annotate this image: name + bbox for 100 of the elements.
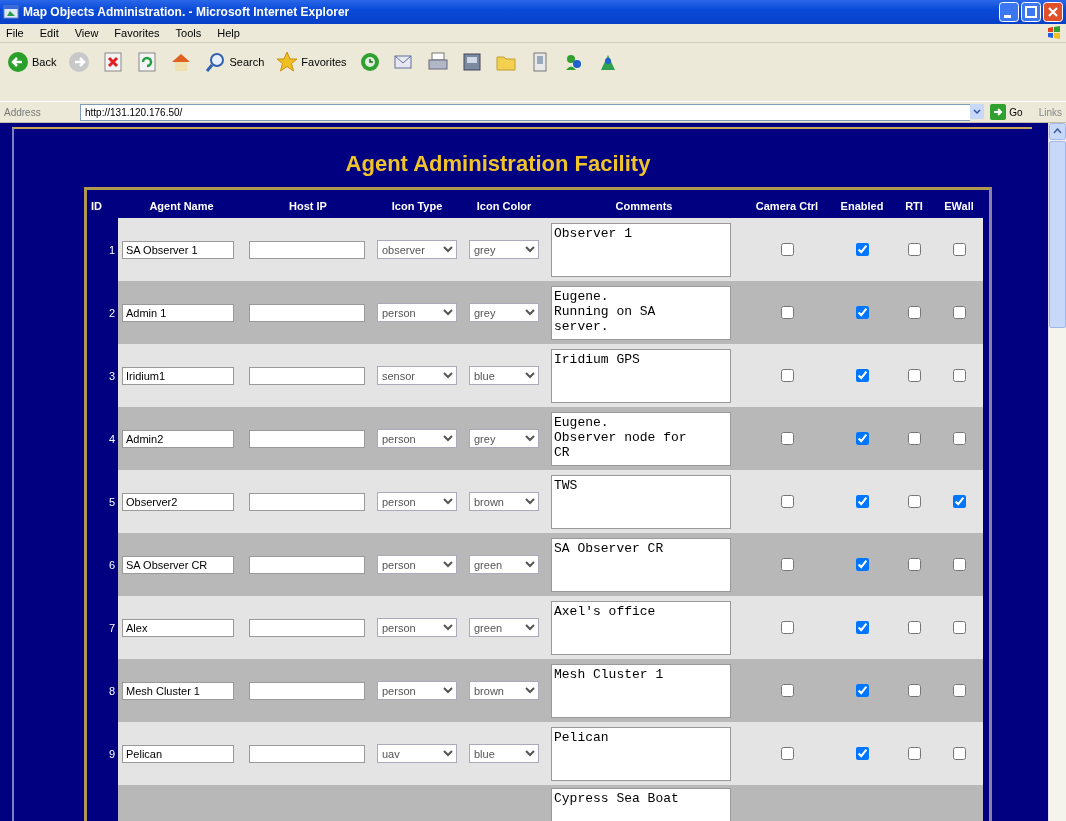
icon-type-dropdown[interactable]: sensor (377, 366, 457, 385)
search-button[interactable]: Search (201, 49, 268, 75)
icon-color-dropdown[interactable]: brown (469, 492, 539, 511)
dropdown-icon[interactable] (970, 103, 985, 121)
checkbox[interactable] (780, 306, 794, 319)
icon-color-dropdown[interactable]: grey (469, 303, 539, 322)
checkbox[interactable] (907, 684, 921, 697)
host-ip-field[interactable] (249, 744, 365, 763)
checkbox[interactable] (780, 495, 794, 508)
checkbox[interactable] (952, 621, 966, 634)
agent-name-field[interactable]: Admin2 (122, 429, 234, 448)
host-ip-field[interactable] (249, 240, 365, 259)
checkbox[interactable] (780, 747, 794, 760)
comment-field[interactable]: Eugene. Observer node for CR (551, 411, 731, 466)
menu-item[interactable]: Favorites (112, 27, 162, 39)
checkbox[interactable] (780, 243, 794, 256)
checkbox[interactable] (907, 558, 921, 571)
checkbox[interactable] (855, 306, 869, 319)
checkbox[interactable] (952, 369, 966, 382)
checkbox[interactable] (952, 558, 966, 571)
checkbox[interactable] (907, 432, 921, 445)
agent-name-field[interactable]: SA Observer 1 (122, 240, 234, 259)
comment-field[interactable]: Observer 1 (551, 222, 731, 277)
icon-type-dropdown[interactable]: person (377, 681, 457, 700)
checkbox[interactable] (855, 243, 869, 256)
comment-field[interactable]: Cypress Sea Boat (551, 788, 731, 821)
host-ip-field[interactable] (249, 429, 365, 448)
checkbox[interactable] (855, 684, 869, 697)
icon-color-dropdown[interactable]: green (469, 555, 539, 574)
agent-name-field[interactable]: Pelican (122, 744, 234, 763)
minimize-icon[interactable] (999, 2, 1019, 22)
checkbox[interactable] (907, 495, 921, 508)
host-ip-field[interactable] (249, 303, 365, 322)
back-button[interactable]: Back (4, 49, 60, 75)
checkbox[interactable] (780, 369, 794, 382)
icon-color-dropdown[interactable]: grey (469, 240, 539, 259)
checkbox[interactable] (952, 684, 966, 697)
checkbox[interactable] (780, 684, 794, 697)
agent-name-field[interactable]: Admin 1 (122, 303, 234, 322)
address-field[interactable]: http://131.120.176.50/ (80, 103, 971, 121)
comment-field[interactable]: Iridium GPS (551, 348, 731, 403)
icon-type-dropdown[interactable]: uav (377, 744, 457, 763)
checkbox[interactable] (780, 621, 794, 634)
checkbox[interactable] (907, 369, 921, 382)
menu-item[interactable]: Edit (37, 27, 61, 39)
icon-color-dropdown[interactable]: brown (469, 681, 539, 700)
scroll-up-icon[interactable] (1049, 123, 1066, 140)
icon-type-dropdown[interactable]: person (377, 303, 457, 322)
checkbox[interactable] (952, 432, 966, 445)
host-ip-field[interactable] (249, 492, 365, 511)
close-icon[interactable] (1043, 2, 1063, 22)
maximize-icon[interactable] (1021, 2, 1041, 22)
scroll-thumb[interactable] (1049, 141, 1066, 328)
go-button[interactable]: Go (990, 104, 1023, 120)
checkbox[interactable] (952, 306, 966, 319)
checkbox[interactable] (855, 369, 869, 382)
icon-type-dropdown[interactable]: person (377, 618, 457, 637)
agent-name-field[interactable]: Iridium1 (122, 366, 234, 385)
checkbox[interactable] (952, 495, 966, 508)
icon-color-dropdown[interactable]: green (469, 618, 539, 637)
menu-item[interactable]: File (4, 27, 26, 39)
scrollbar[interactable] (1048, 123, 1066, 821)
checkbox[interactable] (952, 747, 966, 760)
agent-name-field[interactable]: Observer2 (122, 492, 234, 511)
checkbox[interactable] (907, 243, 921, 256)
checkbox[interactable] (780, 558, 794, 571)
checkbox[interactable] (855, 558, 869, 571)
icon-color-dropdown[interactable]: blue (469, 366, 539, 385)
comment-field[interactable]: TWS (551, 474, 731, 529)
host-ip-field[interactable] (249, 366, 365, 385)
comment-field[interactable]: Eugene. Running on SA server. (551, 285, 731, 340)
icon-type-dropdown[interactable]: person (377, 429, 457, 448)
checkbox[interactable] (907, 747, 921, 760)
checkbox[interactable] (855, 747, 869, 760)
comment-field[interactable]: SA Observer CR (551, 537, 731, 592)
host-ip-field[interactable] (249, 555, 365, 574)
icon-type-dropdown[interactable]: person (377, 555, 457, 574)
host-ip-field[interactable] (249, 681, 365, 700)
checkbox[interactable] (907, 306, 921, 319)
agent-name-field[interactable]: Alex (122, 618, 234, 637)
menu-item[interactable]: Tools (173, 27, 204, 39)
icon-type-dropdown[interactable]: observer (377, 240, 457, 259)
menu-item[interactable]: View (72, 27, 101, 39)
checkbox[interactable] (855, 432, 869, 445)
menu-item[interactable]: Help (215, 27, 242, 39)
checkbox[interactable] (907, 621, 921, 634)
favorites-button[interactable]: Favorites (273, 49, 350, 75)
checkbox[interactable] (780, 432, 794, 445)
agent-name-field[interactable]: SA Observer CR (122, 555, 234, 574)
icon-color-dropdown[interactable]: grey (469, 429, 539, 448)
comment-field[interactable]: Pelican (551, 726, 731, 781)
comment-field[interactable]: Axel's office (551, 600, 731, 655)
comment-field[interactable]: Mesh Cluster 1 (551, 663, 731, 718)
icon-color-dropdown[interactable]: blue (469, 744, 539, 763)
checkbox[interactable] (855, 621, 869, 634)
checkbox[interactable] (952, 243, 966, 256)
icon-type-dropdown[interactable]: person (377, 492, 457, 511)
host-ip-field[interactable] (249, 618, 365, 637)
agent-name-field[interactable]: Mesh Cluster 1 (122, 681, 234, 700)
checkbox[interactable] (855, 495, 869, 508)
